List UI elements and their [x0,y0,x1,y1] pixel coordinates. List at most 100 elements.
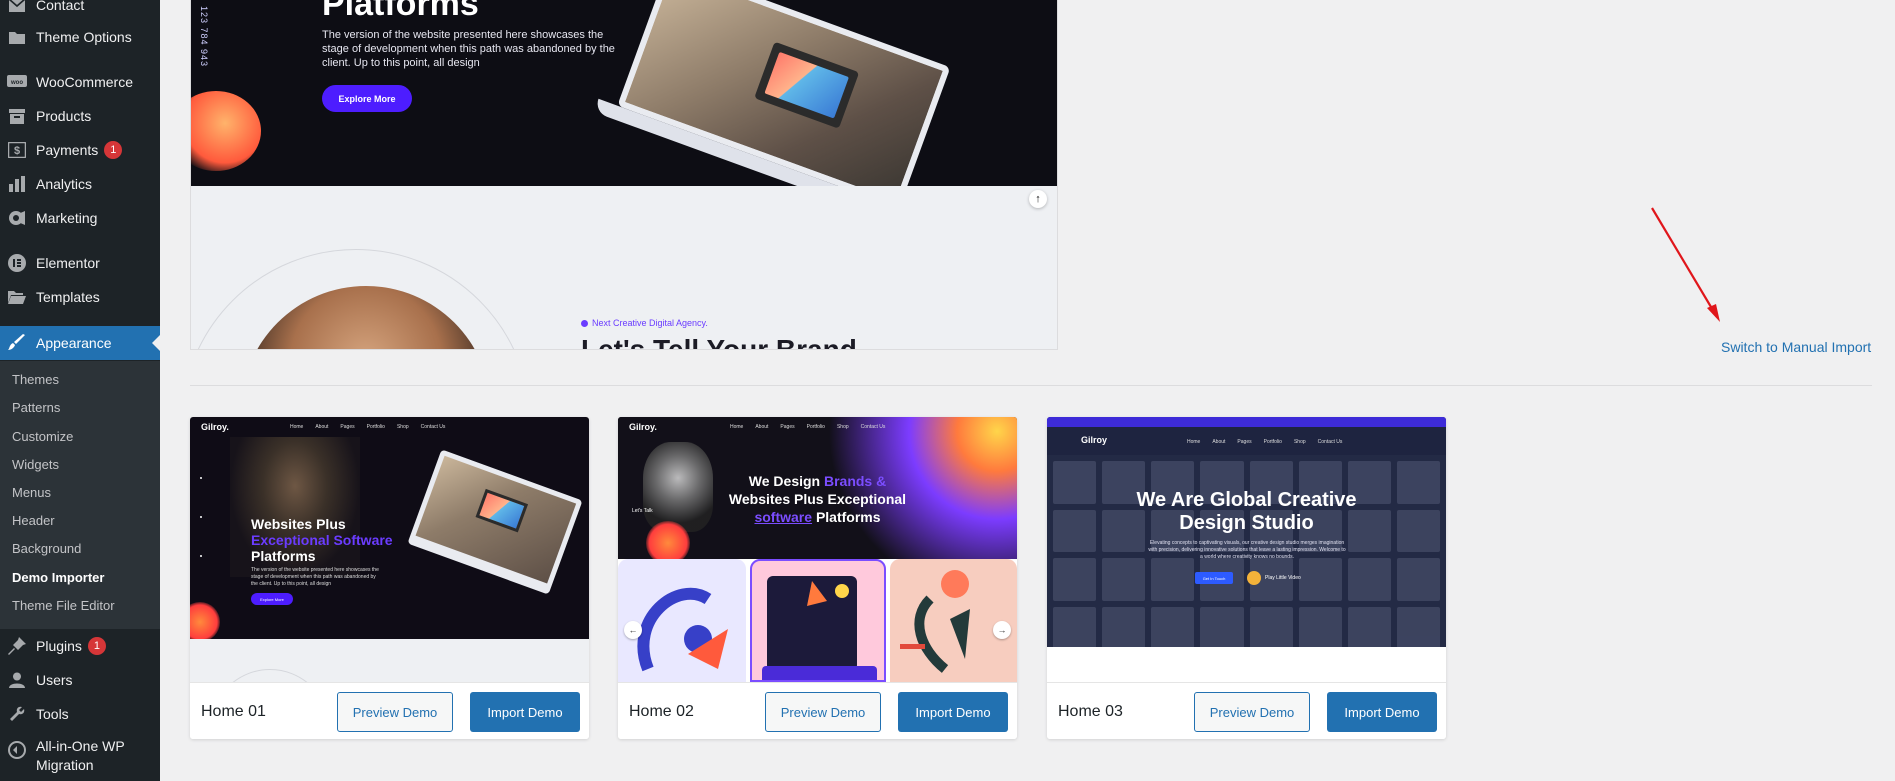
menu-plugins[interactable]: Plugins 1 [0,631,160,661]
illustration-tile [750,559,886,682]
menu-label: Appearance [36,335,112,351]
title-part: Platforms [815,509,881,525]
submenu-demo-importer[interactable]: Demo Importer [12,570,104,585]
submenu-background[interactable]: Background [12,541,81,556]
woo-icon: woo [7,72,27,92]
play-video: Play Little Video [1247,571,1301,585]
import-demo-button[interactable]: Import Demo [1327,692,1437,732]
nav-link: Pages [340,424,355,430]
demo-screenshot[interactable]: Gilroy Home About Pages Portfolio Shop C… [1047,417,1446,682]
menu-appearance[interactable]: Appearance [0,326,160,360]
title-part: We Design [748,473,821,489]
hero-description: Elevating concepts to captivating visual… [1148,540,1346,560]
menu-label: Payments [36,142,99,158]
nav-link: Pages [1237,439,1252,445]
nav-link: Portfolio [366,424,385,430]
agency-tag-text: Next Creative Digital Agency. [592,318,708,328]
submenu-widgets[interactable]: Widgets [12,457,59,472]
submenu-themes[interactable]: Themes [12,372,59,387]
menu-theme-options[interactable]: Theme Options [0,22,160,52]
lets-talk-label: Let's Talk [632,508,653,514]
title-line: Websites Plus Exceptional [728,491,907,507]
laptop-image [407,449,583,595]
preview-demo-button[interactable]: Preview Demo [337,692,453,732]
nav-link: Contact Us [860,424,886,430]
hero-title: We Design Brands & Websites Plus Excepti… [618,472,1017,526]
menu-marketing[interactable]: Marketing [0,203,160,233]
menu-label: Marketing [36,210,98,226]
appearance-submenu: Themes Patterns Customize Widgets Menus … [0,361,160,629]
title-highlight: Brands & [823,473,887,489]
menu-label: Users [36,672,73,688]
lower-section [190,639,589,682]
menu-tools[interactable]: Tools [0,699,160,729]
illustration-tile [890,559,1017,682]
demo-name: Home 02 [629,703,694,720]
menu-label: Templates [36,289,100,305]
nav-link: About [315,424,329,430]
get-in-touch-button: Get In Touch [1195,572,1233,584]
folder-icon [7,27,27,47]
archive-icon [7,106,27,126]
title-highlight: Exceptional Software [251,532,393,548]
explore-more-button: Explore More [322,85,412,112]
decorative-blob [191,91,261,171]
envelope-icon [7,0,27,15]
main-content: 123 784 943 Platforms The version of the… [160,0,1895,781]
menu-templates[interactable]: Templates [0,282,160,312]
nav-link: Shop [1293,439,1306,445]
nav-link: Home [290,424,304,430]
dollar-icon: $ [7,140,27,160]
menu-label: Contact [36,0,85,13]
import-demo-button[interactable]: Import Demo [470,692,580,732]
import-demo-button[interactable]: Import Demo [898,692,1008,732]
paintbrush-icon [7,333,27,353]
site-logo: Gilroy [1081,435,1108,445]
menu-all-in-one-wp-migration[interactable]: All-in-One WP Migration [0,737,160,781]
menu-woocommerce[interactable]: woo WooCommerce [0,67,160,97]
agency-title: Let's Tell Your Brand [581,334,857,350]
demo-preview-large: 123 784 943 Platforms The version of the… [190,0,1058,350]
menu-users[interactable]: Users [0,665,160,695]
menu-payments[interactable]: $ Payments 1 [0,135,160,165]
demo-screenshot[interactable]: Gilroy. Home About Pages Portfolio Shop … [618,417,1017,682]
menu-analytics[interactable]: Analytics [0,169,160,199]
nav-link: About [1212,439,1226,445]
hero-description: The version of the website presented her… [322,29,615,69]
menu-products[interactable]: Products [0,101,160,131]
illustration-tile [618,559,746,682]
nav-link: Home [730,424,744,430]
nav-link: Contact Us [1317,439,1343,445]
demo-screenshot[interactable]: Gilroy. Home About Pages Portfolio Shop … [190,417,589,682]
menu-label: Analytics [36,176,93,192]
submenu-customize[interactable]: Customize [12,429,73,444]
nav-link: Portfolio [806,424,825,430]
plug-icon [7,636,27,656]
nav-link: Home [1187,439,1201,445]
menu-elementor[interactable]: Elementor [0,248,160,278]
admin-sidebar: Contact Theme Options woo WooCommerce Pr… [0,0,160,781]
explore-more-button: Explore More [251,593,293,605]
play-label: Play Little Video [1265,575,1301,581]
submenu-theme-file-editor[interactable]: Theme File Editor [12,598,115,613]
hero-section: 123 784 943 Platforms The version of the… [191,0,1057,186]
submenu-header[interactable]: Header [12,513,55,528]
title-line: Websites Plus [251,516,346,532]
nav-link: About [755,424,769,430]
scroll-top-icon: ↑ [1029,190,1047,208]
switch-to-manual-import-link[interactable]: Switch to Manual Import [1721,339,1871,355]
demo-card-home-01: Gilroy. Home About Pages Portfolio Shop … [190,417,589,739]
svg-text:woo: woo [10,80,23,86]
notification-badge: 1 [104,141,123,159]
submenu-menus[interactable]: Menus [12,485,51,500]
vertical-contact [198,477,204,557]
site-nav: Home About Pages Portfolio Shop Contact … [290,424,445,430]
preview-demo-button[interactable]: Preview Demo [765,692,881,732]
menu-contact[interactable]: Contact [0,0,160,20]
page: Contact Theme Options woo WooCommerce Pr… [0,0,1895,781]
next-arrow-icon: → [993,621,1011,639]
demo-name: Home 01 [201,703,266,720]
submenu-patterns[interactable]: Patterns [12,400,60,415]
prev-arrow-icon: ← [624,621,642,639]
preview-demo-button[interactable]: Preview Demo [1194,692,1310,732]
